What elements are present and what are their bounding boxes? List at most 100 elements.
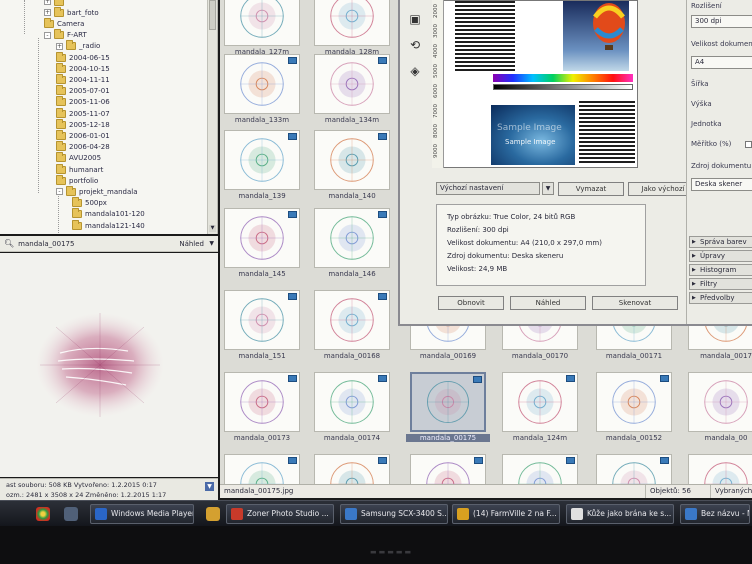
thumbnail-image (410, 454, 486, 484)
taskbar-button[interactable]: Windows Media Player (90, 504, 194, 524)
chrome-icon[interactable] (36, 507, 50, 521)
info-icon[interactable]: ▼ (205, 482, 214, 491)
thumbnail-item[interactable]: mandala_124m (498, 370, 582, 450)
scan-preview-area[interactable]: Sample Image Sample Image (432, 0, 638, 168)
thumbnail-item[interactable]: mandala_00173 (220, 370, 304, 450)
taskbar-button[interactable]: Kůže jako brána ke s... (566, 504, 674, 524)
preset-select[interactable]: Výchozí nastavení (436, 182, 540, 195)
thumbnail-item[interactable] (498, 452, 582, 484)
thumbnail-item[interactable]: mandala_00175 (406, 370, 490, 450)
source-select[interactable]: Deska skener (691, 178, 752, 191)
taskbar-button[interactable]: (14) FarmVille 2 na F... (452, 504, 560, 524)
thumbnail-item[interactable]: mandala_134m (310, 52, 394, 132)
thumbnail-item[interactable]: mandala_146 (310, 206, 394, 286)
taskbar-button-label: Bez názvu - Ma (701, 509, 749, 518)
tree-item[interactable]: mandala121-140 (72, 219, 145, 231)
scale-checkbox[interactable] (745, 141, 752, 148)
tree-item[interactable]: 2006-01-01 (56, 129, 110, 141)
tree-item[interactable]: 2005-12-18 (56, 118, 110, 130)
tree-item[interactable]: AVU2005 (56, 152, 101, 164)
ruler-label: 8000 (433, 124, 439, 138)
thumbnail-item[interactable] (406, 452, 490, 484)
tree-item[interactable]: 2004-06-15 (56, 51, 110, 63)
taskbar-button[interactable]: Bez názvu - Ma (680, 504, 750, 524)
thumbnail-item[interactable] (684, 452, 752, 484)
tree-item[interactable]: + bart_foto (44, 6, 99, 18)
tree-item[interactable]: 2005-11-07 (56, 107, 110, 119)
tree-item[interactable]: 2006-04-28 (56, 141, 110, 153)
preview-filename: mandala_00175 (18, 239, 75, 248)
thumbnail-item[interactable] (592, 452, 676, 484)
tree-item[interactable]: 2004-11-11 (56, 73, 110, 85)
thumbnail-item[interactable]: mandala_139 (220, 128, 304, 208)
ruler-label: 5000 (433, 64, 439, 78)
scrollbar-thumb[interactable] (209, 0, 216, 30)
thumbnail-item[interactable]: mandala_145 (220, 206, 304, 286)
chevron-down-icon[interactable]: ▼ (542, 182, 554, 195)
selected-filename: mandala_00175.jpg (224, 487, 294, 495)
folder-icon (56, 118, 66, 129)
thumbnail-item[interactable]: mandala_151 (220, 288, 304, 368)
select-tool-icon[interactable]: ◈ (406, 62, 424, 80)
scroll-down-arrow[interactable]: ▼ (209, 225, 216, 232)
tree-item[interactable]: Camera (44, 17, 84, 29)
preview-button[interactable]: Náhled (510, 296, 586, 310)
scan-settings-panel: Rozlišení 300 dpi Velikost dokumentu A4 … (686, 0, 752, 324)
taskbar-button[interactable]: Zoner Photo Studio ... (226, 504, 334, 524)
explorer-icon[interactable] (206, 507, 220, 521)
thumbnail-label: mandala_139 (238, 192, 286, 200)
scale-label: Měřítko (%) (691, 140, 732, 148)
thumbnail-item[interactable] (310, 452, 394, 484)
folder-icon (56, 62, 66, 73)
settings-menu-item[interactable]: Správa barev (689, 236, 752, 248)
scan-tool-icon[interactable]: ▣ (406, 10, 424, 28)
collapse-icon[interactable]: - (44, 31, 51, 39)
thumbnail-label: mandala_00175 (406, 434, 490, 442)
tree-item-label: portfolio (69, 176, 99, 185)
expand-icon[interactable]: + (44, 0, 51, 5)
thumbnail-item[interactable]: mandala_00 (684, 370, 752, 450)
tree-item[interactable]: humanart (56, 163, 103, 175)
expand-icon[interactable]: + (56, 42, 63, 50)
chevron-down-icon[interactable]: ▼ (209, 240, 214, 247)
thumbnail-item[interactable] (220, 452, 304, 484)
tree-item[interactable]: - F-ART (44, 29, 87, 41)
delete-preset-button[interactable]: Vymazat (558, 182, 624, 196)
tree-item[interactable]: + _radio (56, 40, 100, 52)
thumbnail-item[interactable]: mandala_140 (310, 128, 394, 208)
taskbar-button[interactable]: Samsung SCX-3400 S... (340, 504, 448, 524)
tree-item[interactable]: portfolio (56, 174, 99, 186)
settings-menu-item[interactable]: Filtry (689, 278, 752, 290)
preview-mode-select[interactable]: Náhled (179, 240, 204, 248)
ruler-label: 4000 (433, 44, 439, 58)
thumbnail-item[interactable]: mandala_00174 (310, 370, 394, 450)
tree-scrollbar[interactable]: ▼ (207, 0, 217, 234)
search-icon[interactable]: 🔍︎ (4, 239, 14, 248)
desktop-icon[interactable] (64, 507, 78, 521)
tree-item[interactable]: + (44, 0, 67, 7)
doc-size-select[interactable]: A4 (691, 56, 752, 69)
thumbnail-item[interactable]: mandala_133m (220, 52, 304, 132)
settings-menu-item[interactable]: Histogram (689, 264, 752, 276)
tree-item-label: mandala101-120 (85, 210, 145, 219)
settings-menu-item[interactable]: Úpravy (689, 250, 752, 262)
expand-icon[interactable]: + (44, 9, 51, 17)
settings-menu-item[interactable]: Předvolby (689, 292, 752, 304)
folder-icon (56, 73, 66, 84)
rotate-tool-icon[interactable]: ⟲ (406, 36, 424, 54)
tree-item[interactable]: 2004-10-15 (56, 62, 110, 74)
image-type-icon (288, 211, 297, 218)
thumbnail-item[interactable]: mandala_00152 (592, 370, 676, 450)
tree-item[interactable]: 500px (72, 197, 107, 209)
tree-item[interactable]: mandala101-120 (72, 208, 145, 220)
tree-item[interactable]: 2005-07-01 (56, 85, 110, 97)
tree-item[interactable]: 2005-11-06 (56, 96, 110, 108)
scan-button[interactable]: Skenovat (592, 296, 678, 310)
thumbnail-label: mandala_00171 (605, 352, 663, 360)
refresh-button[interactable]: Obnovit (438, 296, 504, 310)
collapse-icon[interactable]: - (56, 188, 63, 196)
thumbnail-item[interactable]: mandala_00168 (310, 288, 394, 368)
tree-item[interactable]: - projekt_mandala (56, 185, 138, 197)
folder-tree[interactable]: + + bart_foto Camera - F-ART + _radio 2004-06-15… (0, 0, 218, 234)
resolution-select[interactable]: 300 dpi (691, 15, 752, 28)
